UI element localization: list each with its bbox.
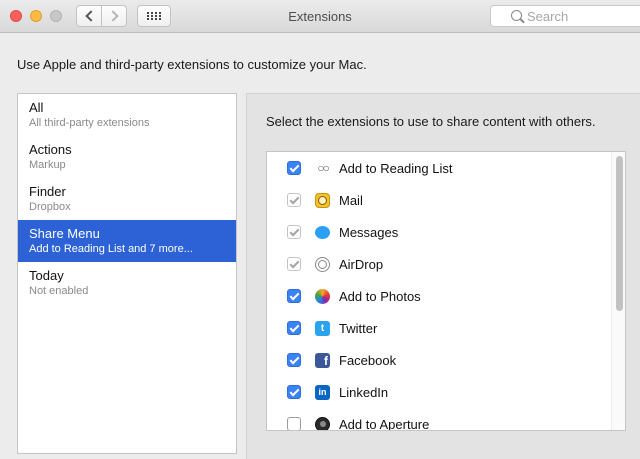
extension-name: Add to Aperture <box>339 416 430 431</box>
checkmark-icon <box>289 258 299 268</box>
checkmark-icon <box>289 386 299 396</box>
linkedin-icon: in <box>314 384 331 401</box>
search-field[interactable] <box>490 5 640 27</box>
extension-name: LinkedIn <box>339 384 389 400</box>
sidebar-item-subtitle: Not enabled <box>29 285 89 297</box>
extension-row: t Twitter <box>267 312 607 344</box>
sidebar-item-subtitle: Dropbox <box>29 201 71 213</box>
sidebar-item-share-menu[interactable]: Share Menu Add to Reading List and 7 more… <box>18 220 236 262</box>
sidebar-item-label: Today <box>29 268 64 283</box>
sidebar-item-label: All <box>29 100 44 115</box>
extension-name: Messages <box>339 224 399 240</box>
extension-checkbox[interactable] <box>287 353 301 367</box>
extension-row: Add to Aperture <box>267 408 607 431</box>
sidebar-item-subtitle: Markup <box>29 159 66 171</box>
extension-checkbox[interactable] <box>287 385 301 399</box>
mail-icon <box>314 192 331 209</box>
checkmark-icon <box>289 354 299 364</box>
sidebar-item-subtitle: All third-party extensions <box>29 117 150 129</box>
panel-description: Select the extensions to use to share co… <box>266 114 596 129</box>
checkmark-icon <box>289 194 299 204</box>
extension-checkbox[interactable] <box>287 417 301 430</box>
sidebar-item-label: Actions <box>29 142 72 157</box>
checkmark-icon <box>289 290 299 300</box>
extension-row: Messages <box>267 216 607 248</box>
sidebar-item-today[interactable]: Today Not enabled <box>18 262 236 304</box>
extension-row: Mail <box>267 184 607 216</box>
extension-row: Add to Photos <box>267 280 607 312</box>
messages-icon <box>314 224 331 241</box>
photos-icon <box>314 288 331 305</box>
extension-checkbox <box>287 257 301 271</box>
extension-name: Add to Photos <box>339 288 421 304</box>
extension-checkbox[interactable] <box>287 321 301 335</box>
extension-row: in LinkedIn <box>267 376 607 408</box>
extension-checkbox[interactable] <box>287 289 301 303</box>
sidebar-item-finder[interactable]: Finder Dropbox <box>18 178 236 220</box>
checkmark-icon <box>289 226 299 236</box>
sidebar-item-subtitle: Add to Reading List and 7 more... <box>29 243 193 255</box>
extension-name: Twitter <box>339 320 378 336</box>
extension-checkbox[interactable] <box>287 161 301 175</box>
extension-checkbox <box>287 193 301 207</box>
extension-name: AirDrop <box>339 256 384 272</box>
extension-name: Mail <box>339 192 363 208</box>
facebook-icon: f <box>314 352 331 369</box>
extension-name: Add to Reading List <box>339 160 453 176</box>
sidebar-item-all[interactable]: All All third-party extensions <box>18 94 236 136</box>
title-bar: Extensions <box>0 0 640 33</box>
extension-name: Facebook <box>339 352 397 368</box>
checkmark-icon <box>289 162 299 172</box>
search-input[interactable] <box>527 8 627 24</box>
extension-row: AirDrop <box>267 248 607 280</box>
reading-list-icon: ○○ <box>317 161 329 175</box>
extension-row: ○○ Add to Reading List <box>267 152 607 184</box>
sidebar-item-label: Share Menu <box>29 226 100 241</box>
share-menu-panel: Select the extensions to use to share co… <box>246 93 640 459</box>
airdrop-icon <box>314 256 331 273</box>
sidebar-item-actions[interactable]: Actions Markup <box>18 136 236 178</box>
sidebar-item-label: Finder <box>29 184 66 199</box>
extension-row: f Facebook <box>267 344 607 376</box>
vertical-scrollbar[interactable] <box>611 152 625 430</box>
twitter-icon: t <box>314 320 331 337</box>
search-icon <box>511 10 522 21</box>
extension-checkbox <box>287 225 301 239</box>
aperture-icon <box>314 416 331 430</box>
scrollbar-thumb[interactable] <box>616 156 623 311</box>
intro-text: Use Apple and third-party extensions to … <box>17 57 367 72</box>
extensions-sidebar: All All third-party extensions Actions Mark… <box>17 93 237 454</box>
extensions-list[interactable]: Add to Aperture in LinkedIn f Facebook t Twitt… <box>266 151 626 431</box>
checkmark-icon <box>289 322 299 332</box>
